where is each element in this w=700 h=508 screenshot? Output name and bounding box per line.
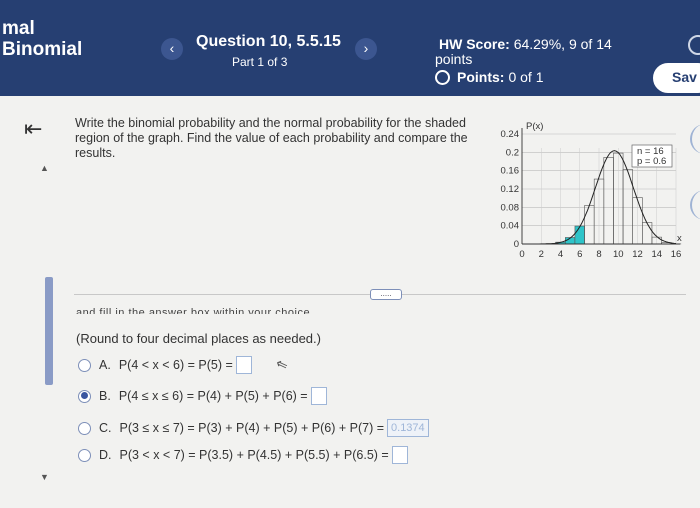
collapse-left-icon[interactable]: ⇤	[24, 116, 42, 142]
option-a-letter: A.	[99, 358, 111, 372]
option-a[interactable]: A. P(4 < x < 6) = P(5) =	[78, 356, 252, 374]
course-title-line1: mal	[2, 18, 35, 39]
side-panel-arc	[690, 190, 700, 220]
y-tick-label: 0.16	[501, 166, 520, 177]
scrollbar-thumb[interactable]	[45, 277, 53, 385]
question-prompt: Write the binomial probability and the n…	[75, 116, 468, 160]
bar	[584, 205, 595, 245]
option-d-radio[interactable]	[78, 448, 91, 462]
binomial-chart-svg: 0 0.04 0.08 0.12 0.16 0.2 0.24 0 2 4 6 8 10 12 14 16 P(…	[501, 121, 683, 260]
chevron-left-icon: ‹	[169, 40, 175, 56]
y-axis-label: P(x)	[526, 121, 543, 132]
hw-score-value: 64.29%, 9 of 14	[513, 36, 612, 52]
settings-icon[interactable]	[688, 35, 700, 55]
y-tick-label: 0.24	[501, 129, 520, 140]
points-value: 0 of 1	[508, 69, 544, 85]
option-c[interactable]: C. P(3 ≤ x ≤ 7) = P(3) + P(4) + P(5) + P…	[78, 419, 429, 437]
option-c-text: P(3 ≤ x ≤ 7) = P(3) + P(4) + P(5) + P(6)…	[119, 421, 385, 435]
option-a-radio[interactable]	[78, 358, 91, 372]
y-tick-label: 0.04	[501, 221, 520, 232]
shaded-bar	[574, 225, 585, 245]
x-tick-label: 10	[613, 249, 624, 260]
hw-score: HW Score: 64.29%, 9 of 14	[439, 36, 612, 52]
option-c-letter: C.	[99, 421, 112, 435]
side-panel-arc	[690, 124, 700, 154]
option-b-letter: B.	[99, 389, 111, 403]
option-b[interactable]: B. P(4 ≤ x ≤ 6) = P(4) + P(5) + P(6) =	[78, 387, 327, 405]
header-bar: mal Binomial ‹ Question 10, 5.5.15 Part …	[0, 0, 700, 96]
option-a-text: P(4 < x < 6) = P(5) =	[118, 358, 233, 372]
question-title: Question 10, 5.5.15	[196, 33, 341, 50]
option-d-text: P(3 < x < 7) = P(3.5) + P(4.5) + P(5.5) …	[119, 448, 389, 462]
chevron-right-icon: ›	[363, 40, 369, 56]
option-d-letter: D.	[99, 448, 112, 462]
x-axis-label: x	[677, 233, 682, 244]
y-tick-label: 0.08	[501, 202, 520, 213]
save-button[interactable]: Sav	[653, 63, 700, 93]
points-label: Points:	[457, 69, 505, 85]
circle-icon	[435, 69, 450, 85]
scroll-down-icon[interactable]: ▼	[40, 472, 49, 482]
option-b-radio[interactable]	[78, 389, 91, 403]
x-tick-label: 8	[596, 249, 601, 260]
previous-question-button[interactable]: ‹	[161, 38, 183, 60]
x-tick-label: 12	[632, 249, 643, 260]
y-tick-label: 0	[514, 239, 519, 250]
option-a-answer-box[interactable]	[235, 356, 252, 374]
course-title-line2: Binomial	[2, 39, 83, 60]
option-d[interactable]: D. P(3 < x < 7) = P(3.5) + P(4.5) + P(5.…	[78, 446, 408, 464]
x-tick-label: 6	[577, 249, 582, 260]
scroll-up-icon[interactable]: ▲	[40, 163, 49, 173]
option-b-answer-box[interactable]	[310, 387, 327, 405]
round-note: (Round to four decimal places as needed.…	[76, 331, 321, 346]
hw-score-unit: points	[435, 51, 473, 67]
course-title: mal Binomial	[2, 18, 82, 60]
option-b-text: P(4 ≤ x ≤ 6) = P(4) + P(5) + P(6) =	[118, 389, 308, 403]
option-d-answer-box[interactable]	[391, 446, 408, 464]
question-part: Part 1 of 3	[232, 55, 288, 69]
next-question-button[interactable]: ›	[355, 38, 377, 60]
question-points: Points: 0 of 1	[435, 69, 543, 85]
more-button[interactable]: .....	[370, 289, 402, 300]
instructions-text: and fill in the answer box within your c…	[76, 307, 314, 314]
binomial-graph: 0 0.04 0.08 0.12 0.16 0.2 0.24 0 2 4 6 8 10 12 14 16 P(…	[496, 118, 686, 268]
x-tick-label: 14	[651, 249, 662, 260]
y-tick-label: 0.2	[506, 147, 519, 158]
x-tick-label: 2	[539, 249, 544, 260]
x-tick-label: 4	[558, 249, 563, 260]
x-tick-label: 0	[519, 249, 524, 260]
legend-p: p = 0.6	[637, 156, 666, 167]
x-tick-label: 16	[671, 249, 682, 260]
option-c-radio[interactable]	[78, 421, 91, 435]
mouse-cursor-icon: ⇖	[273, 354, 290, 374]
option-c-answer-box[interactable]: 0.1374	[387, 419, 429, 437]
y-tick-label: 0.12	[501, 184, 520, 195]
hw-score-label: HW Score:	[439, 36, 510, 52]
